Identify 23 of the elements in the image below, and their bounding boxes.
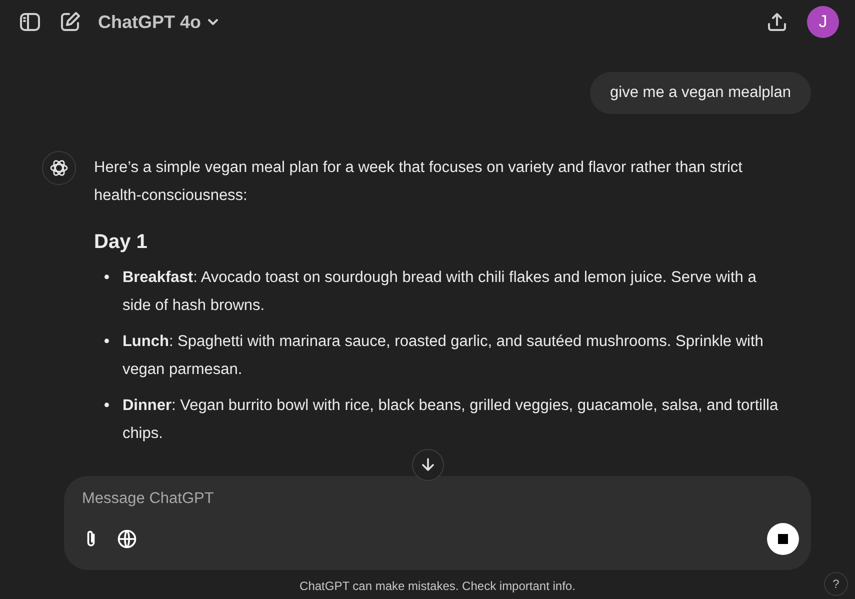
user-message: give me a vegan mealplan bbox=[590, 72, 811, 114]
message-input[interactable]: Message ChatGPT bbox=[80, 488, 684, 510]
day-heading: Day 1 bbox=[94, 230, 148, 255]
globe-icon[interactable] bbox=[116, 528, 138, 550]
share-icon[interactable] bbox=[765, 10, 789, 34]
stop-button[interactable] bbox=[767, 523, 799, 555]
scroll-down-button[interactable] bbox=[412, 449, 444, 481]
list-bullet: • bbox=[104, 396, 110, 416]
model-selector[interactable]: ChatGPT 4o bbox=[98, 12, 202, 32]
new-chat-icon[interactable] bbox=[58, 10, 82, 34]
list-bullet: • bbox=[104, 268, 110, 288]
assistant-logo-icon bbox=[49, 158, 69, 178]
arrow-down-icon bbox=[420, 457, 436, 473]
meal-item: Dinner: Vegan burrito bowl with rice, black beans, grilled veggies, guacamole, salsa, and tortilla chips. bbox=[122, 396, 780, 444]
chevron-down-icon[interactable] bbox=[207, 16, 220, 28]
help-button[interactable]: ? bbox=[824, 572, 848, 596]
meal-item: Lunch: Spaghetti with marinara sauce, roasted garlic, and sautéed mushrooms. Sprinkle with vegan parmesan. bbox=[122, 332, 764, 380]
response-text: Here’s a simple vegan meal plan for a week that focuses on variety and flavor rather than strict health-consciousness: bbox=[94, 158, 744, 206]
sidebar-toggle-icon[interactable] bbox=[18, 10, 42, 34]
list-bullet: • bbox=[104, 332, 110, 352]
disclaimer-text: ChatGPT can make mistakes. Check important info. bbox=[300, 578, 576, 595]
meal-item: Breakfast: Avocado toast on sourdough bread with chili flakes and lemon juice. Serve with a side of hash browns. bbox=[122, 268, 758, 316]
user-avatar[interactable]: J bbox=[807, 6, 839, 38]
